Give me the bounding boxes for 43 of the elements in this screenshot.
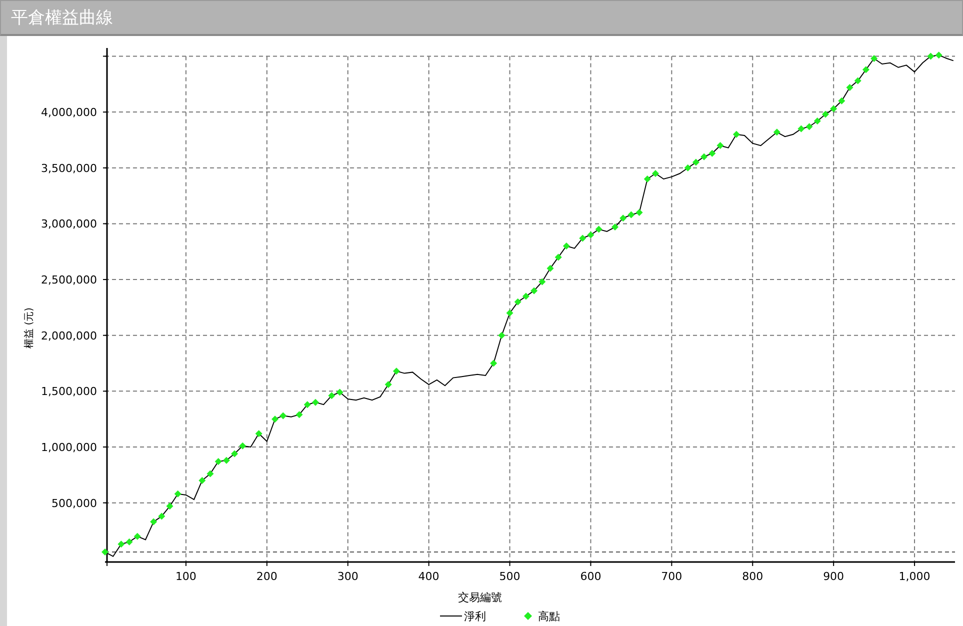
y-tick-label: 3,000,000	[41, 218, 97, 231]
high-point-marker	[384, 380, 392, 388]
y-tick-label: 2,500,000	[41, 274, 97, 287]
high-point-marker	[296, 411, 303, 418]
x-tick-label: 400	[418, 570, 440, 583]
high-point-marker	[862, 66, 870, 74]
high-point-marker	[870, 54, 878, 62]
y-tick-label: 3,500,000	[41, 162, 97, 175]
high-point-marker	[554, 254, 562, 261]
x-tick-label: 500	[499, 570, 520, 583]
high-point-marker	[562, 242, 570, 250]
high-point-marker	[498, 332, 506, 339]
high-point-marker	[538, 278, 546, 286]
high-point-marker	[612, 224, 618, 231]
window-title: 平倉權益曲線	[11, 8, 113, 28]
x-tick-label: 600	[580, 570, 602, 583]
legend-label: 淨利	[464, 610, 486, 623]
x-tick-label: 700	[661, 570, 682, 583]
high-point-marker	[546, 264, 554, 272]
y-tick-label: 1,500,000	[41, 385, 97, 398]
high-point-marker	[773, 128, 780, 136]
legend-marker-icon	[524, 612, 532, 620]
legend-label: 高點	[538, 610, 560, 623]
x-tick-label: 1,000	[898, 570, 930, 583]
high-point-marker	[174, 490, 182, 498]
x-axis-title: 交易編號	[458, 591, 502, 604]
x-tick-label: 100	[175, 570, 196, 583]
high-point-marker	[506, 310, 514, 317]
y-tick-label: 4,000,000	[41, 106, 97, 120]
x-tick-label: 300	[337, 570, 358, 583]
y-axis-title: 權益 (元)	[24, 308, 35, 348]
high-point-marker	[732, 130, 740, 138]
x-tick-label: 800	[742, 570, 764, 583]
high-point-marker	[102, 548, 108, 556]
x-tick-label: 200	[256, 570, 278, 583]
high-point-marker	[490, 360, 498, 367]
y-tick-label: 1,000,000	[41, 441, 97, 454]
high-point-marker	[166, 502, 174, 510]
x-tick-label: 900	[823, 570, 844, 583]
high-point-marker	[255, 430, 262, 438]
y-tick-label: 2,000,000	[41, 329, 97, 342]
high-point-marker	[392, 368, 400, 375]
y-tick-label: 500,000	[52, 496, 97, 510]
